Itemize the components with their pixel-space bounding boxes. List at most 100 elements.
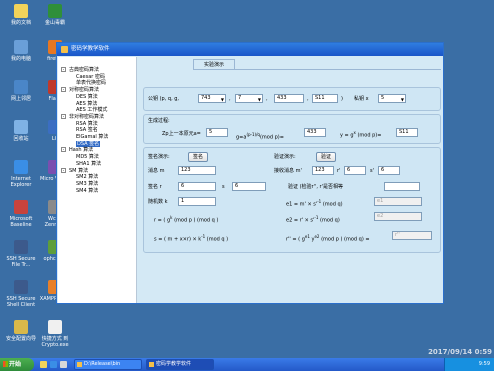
- desktop-shortcut[interactable]: Microsoft Baseline: [4, 200, 38, 228]
- tree-item[interactable]: AES 工作模式: [76, 107, 107, 113]
- tree-category[interactable]: 古典密码算法: [69, 67, 99, 73]
- tree-item[interactable]: DES 算法: [76, 94, 98, 100]
- tree-category[interactable]: 对称密码算法: [69, 87, 99, 93]
- verify-button[interactable]: 验证: [316, 152, 336, 162]
- tree-item[interactable]: RSA 算法: [76, 121, 98, 127]
- desktop-shortcut[interactable]: 我的电脑: [4, 40, 38, 62]
- tree-toggle-icon[interactable]: -: [61, 67, 66, 72]
- message-label: 消息 m: [148, 168, 165, 174]
- desktop-shortcut[interactable]: SSH Secure Shell Client: [4, 280, 38, 308]
- public-key-label: 公钥 (p, q, g,: [148, 96, 180, 102]
- comma-3: ,: [307, 96, 309, 102]
- shortcut-label: SSH Secure Shell Client: [6, 296, 36, 308]
- r2-field[interactable]: r'': [392, 231, 432, 240]
- y-formula-base: y = g: [340, 132, 354, 139]
- tree-item[interactable]: DSA 签名: [76, 140, 101, 147]
- tree-item[interactable]: ElGamal 算法: [76, 134, 108, 140]
- tree-toggle-icon[interactable]: -: [61, 147, 66, 153]
- tree-item[interactable]: RSA 签名: [76, 127, 98, 133]
- desktop-shortcut[interactable]: SSH Secure File Tr...: [4, 240, 38, 268]
- verify-result-label: 验证 (检验r'', r'是否相等: [288, 184, 343, 190]
- shortcut-icon: [14, 80, 28, 94]
- r-prime-field[interactable]: 6: [344, 166, 366, 175]
- tree-item[interactable]: MD5 算法: [76, 154, 99, 160]
- tree-item[interactable]: Caesar 密码: [76, 74, 105, 80]
- g-formula-mod: (mod p)=: [259, 134, 284, 141]
- signature-r-field[interactable]: 6: [178, 182, 216, 191]
- desktop-shortcut[interactable]: 回收站: [4, 120, 38, 142]
- generation-panel: 生成过程: Zp上一本原元a= 5 g=a(p-1)/q(mod p)= 433…: [143, 114, 441, 144]
- a-field[interactable]: 5: [206, 128, 228, 137]
- generation-title: 生成过程:: [148, 118, 170, 124]
- shortcut-icon: [14, 4, 28, 18]
- taskbar-explorer-label: D:\Release\bin: [84, 361, 121, 367]
- e2-field[interactable]: e2: [374, 212, 422, 221]
- tree-category[interactable]: Hash 算法: [69, 147, 93, 153]
- tree-toggle-icon[interactable]: -: [61, 167, 66, 173]
- tree-category[interactable]: 非对称密码算法: [69, 114, 104, 120]
- desktop-shortcut[interactable]: 快捷方式 到 Crypto.exe: [38, 320, 72, 348]
- tree-item[interactable]: SHA1 算法: [76, 161, 101, 167]
- y-field[interactable]: S11: [312, 94, 338, 103]
- e1-field[interactable]: e1: [374, 197, 422, 206]
- tree-item[interactable]: 单表代换密码: [76, 80, 106, 86]
- comma-2: ,: [266, 96, 268, 102]
- desktop-shortcut[interactable]: Internet Explorer: [4, 160, 38, 188]
- signature-s-field[interactable]: 6: [232, 182, 266, 191]
- taskbar: 开始 D:\Release\bin 密码学教学软件 9:59: [0, 358, 494, 371]
- tree-item[interactable]: AES 算法: [76, 101, 97, 107]
- desktop-shortcut[interactable]: 金山毒霸: [38, 4, 72, 26]
- sign-button[interactable]: 签名: [188, 152, 208, 162]
- verify-result-field[interactable]: [384, 182, 420, 191]
- tree-category[interactable]: SM 算法: [69, 168, 88, 174]
- y-computed-field[interactable]: S11: [396, 128, 418, 137]
- g-computed-field[interactable]: 433: [304, 128, 326, 137]
- folder-icon[interactable]: [40, 361, 47, 368]
- algorithm-tree[interactable]: - 古典密码算法 Caesar 密码 单表代换密码 - 对称密码算法 DES 算法 AES 算…: [58, 57, 137, 303]
- r-formula: r = ( gk (mod p ) (mod q ): [154, 215, 218, 224]
- x-select[interactable]: 5: [378, 94, 406, 103]
- message-field[interactable]: 123: [178, 166, 216, 175]
- sign-verify-panel: 签名演示: 签名 验证演示: 验证 消息 m 123 接收消息 m' 123 r…: [143, 147, 441, 253]
- p-select[interactable]: 743: [198, 94, 226, 103]
- e2-formula-exp: -1: [314, 215, 319, 220]
- r-formula-mod: (mod p ) (mod q ): [174, 217, 219, 224]
- tree-item[interactable]: SM4 算法: [76, 188, 98, 194]
- close-paren: ): [341, 96, 343, 102]
- tree-toggle-icon[interactable]: -: [61, 113, 66, 119]
- random-k-label: 随机数 k: [148, 199, 168, 205]
- tree-item[interactable]: SM2 算法: [76, 174, 98, 180]
- sign-demo-label: 签名演示:: [148, 154, 170, 160]
- shortcut-icon: [14, 280, 28, 294]
- y-formula: y = gx (mod p)=: [340, 130, 381, 139]
- s-prime-field[interactable]: 6: [378, 166, 400, 175]
- q-select[interactable]: 7: [235, 94, 263, 103]
- shortcut-icon: [14, 40, 28, 54]
- folder-icon: [77, 362, 82, 367]
- shortcut-icon: [14, 320, 28, 334]
- tree-toggle-icon[interactable]: -: [61, 87, 66, 93]
- recv-message-field[interactable]: 123: [312, 166, 334, 175]
- tree-item[interactable]: SM3 算法: [76, 181, 98, 187]
- g-formula: g=a(p-1)/q(mod p)=: [236, 132, 284, 141]
- shortcut-icon: [48, 320, 62, 334]
- y-formula-mod: (mod p)=: [357, 132, 382, 139]
- g-field[interactable]: 433: [274, 94, 304, 103]
- taskbar-app-label: 密码学教学软件: [156, 361, 192, 367]
- r2-formula-base: r'' = ( g: [286, 236, 305, 243]
- e1-formula-exp: -1: [317, 199, 322, 204]
- zp-label: Zp上一本原元a=: [162, 131, 201, 137]
- taskbar-app-button[interactable]: 密码学教学软件: [146, 359, 214, 370]
- browser-icon[interactable]: [50, 361, 57, 368]
- random-k-field[interactable]: 1: [178, 197, 216, 206]
- window-titlebar[interactable]: 密码学教学软件: [57, 43, 443, 56]
- r2-formula-mod: (mod p ) (mod q) =: [321, 236, 370, 243]
- taskbar-explorer-button[interactable]: D:\Release\bin: [74, 359, 142, 370]
- desktop-shortcut[interactable]: 网上邻居: [4, 80, 38, 102]
- clock[interactable]: 9:59: [479, 361, 490, 367]
- desktop-icon[interactable]: [60, 361, 67, 368]
- desktop-shortcut[interactable]: 安全配置向导: [4, 320, 38, 342]
- desktop-shortcut[interactable]: 我的文档: [4, 4, 38, 26]
- r-prime-label: r': [337, 168, 341, 174]
- start-button[interactable]: 开始: [0, 358, 34, 371]
